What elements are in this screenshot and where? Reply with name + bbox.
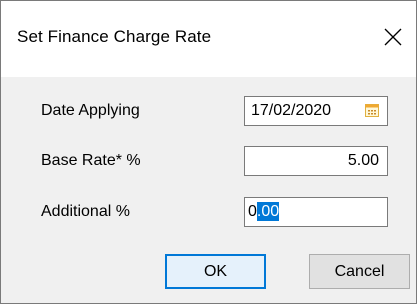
base-rate-field[interactable]: 5.00: [244, 146, 388, 176]
base-rate-value: 5.00: [347, 152, 379, 169]
calendar-icon[interactable]: [365, 104, 379, 117]
additional-field[interactable]: 0.00: [244, 197, 388, 227]
base-rate-label: Base Rate* %: [41, 152, 141, 169]
additional-label: Additional %: [41, 203, 130, 220]
additional-value-selected: .00: [256, 202, 280, 221]
finance-charge-dialog: Set Finance Charge Rate Date Applying 17…: [0, 0, 417, 304]
date-applying-value: 17/02/2020: [251, 102, 332, 119]
date-applying-field[interactable]: 17/02/2020: [244, 96, 388, 126]
date-applying-label: Date Applying: [41, 102, 140, 119]
additional-value: 0.00: [248, 202, 280, 221]
close-icon: [384, 28, 402, 46]
dialog-title: Set Finance Charge Rate: [17, 27, 212, 46]
additional-value-caret-part: 0: [248, 203, 257, 220]
close-button[interactable]: [370, 15, 416, 59]
ok-button[interactable]: OK: [165, 254, 266, 289]
cancel-button[interactable]: Cancel: [309, 254, 410, 289]
title-bar: Set Finance Charge Rate: [1, 1, 416, 77]
